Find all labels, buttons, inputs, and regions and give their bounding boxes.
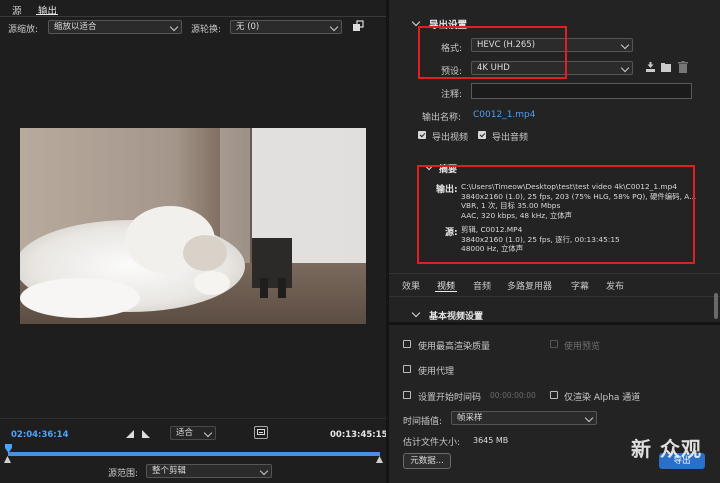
timecode-current[interactable]: 02:04:36:14 xyxy=(11,430,69,440)
source-zoom-dropdown[interactable]: 缩放以适合 xyxy=(48,20,182,34)
range-value: 整个剪辑 xyxy=(152,466,187,476)
chevron-down-icon xyxy=(259,466,269,476)
metadata-button[interactable]: 元数据... xyxy=(403,453,451,469)
collapse-basic-video-icon[interactable] xyxy=(411,308,421,318)
chevron-down-icon xyxy=(169,22,179,32)
use-proxy-checkbox[interactable] xyxy=(403,365,411,373)
timeline-scrubber[interactable] xyxy=(4,444,383,466)
tab-effects[interactable]: 效果 xyxy=(402,279,420,292)
source-rotate-dropdown[interactable]: 无 (0) xyxy=(230,20,342,34)
set-in-point-icon[interactable] xyxy=(126,430,134,441)
export-video-checkbox[interactable] xyxy=(418,131,426,139)
fit-dropdown[interactable]: 适合 xyxy=(170,426,216,440)
chevron-down-icon xyxy=(203,428,213,438)
use-proxy-label: 使用代理 xyxy=(418,367,455,377)
comment-label: 注释: xyxy=(441,90,463,100)
render-alpha-label: 仅渲染 Alpha 通道 xyxy=(564,393,641,403)
crop-icon[interactable] xyxy=(352,20,364,32)
out-handle-icon[interactable] xyxy=(376,456,383,466)
video-frame-image xyxy=(20,128,366,324)
chevron-down-icon xyxy=(329,22,339,32)
set-start-timecode-checkbox[interactable] xyxy=(403,391,411,399)
tab-multiplexer[interactable]: 多路复用器 xyxy=(507,279,552,292)
time-interpolation-label: 时间插值: xyxy=(403,417,443,427)
settings-tabs: 效果 视频 音频 多路复用器 字幕 发布 xyxy=(389,273,720,297)
collapse-export-settings-icon[interactable] xyxy=(411,17,421,27)
highlight-format-preset xyxy=(418,26,567,79)
tab-publish[interactable]: 发布 xyxy=(606,279,624,292)
tab-source[interactable]: 源 xyxy=(12,3,22,17)
use-preview-checkbox[interactable] xyxy=(550,340,558,348)
export-audio-checkbox[interactable] xyxy=(478,131,486,139)
import-preset-icon[interactable] xyxy=(661,62,672,76)
source-zoom-label: 源缩放: xyxy=(8,25,39,35)
use-preview-label: 使用预览 xyxy=(564,342,601,352)
delete-preset-icon[interactable] xyxy=(678,61,688,76)
tab-captions[interactable]: 字幕 xyxy=(571,279,589,292)
timeline-range-bar xyxy=(8,452,380,456)
tab-video-underline xyxy=(435,291,457,292)
save-preset-icon[interactable] xyxy=(645,62,656,76)
set-out-point-icon[interactable] xyxy=(142,430,150,441)
export-audio-label: 导出音频 xyxy=(492,133,529,143)
tab-divider xyxy=(0,16,386,17)
file-size-value: 3645 MB xyxy=(473,436,509,445)
output-name-label: 输出名称: xyxy=(422,113,462,123)
tab-output-underline xyxy=(36,14,58,15)
source-rotate-label: 源轮换: xyxy=(191,25,222,35)
file-size-label: 估计文件大小: xyxy=(403,438,461,448)
transport-divider xyxy=(0,418,386,419)
max-render-quality-label: 使用最高渲染质量 xyxy=(418,342,491,352)
max-render-quality-checkbox[interactable] xyxy=(403,340,411,348)
source-monitor-panel: 源 输出 源缩放: 缩放以适合 源轮换: 无 (0) 02:04:36:14 适… xyxy=(0,0,388,483)
basic-video-settings-title: 基本视频设置 xyxy=(429,312,484,322)
start-timecode-value[interactable]: 00:00:00:00 xyxy=(490,391,536,400)
render-alpha-checkbox[interactable] xyxy=(550,391,558,399)
chevron-down-icon xyxy=(620,40,630,50)
highlight-summary xyxy=(417,165,695,264)
chevron-down-icon xyxy=(584,413,594,423)
time-interpolation-value: 帧采样 xyxy=(457,413,483,423)
fit-value: 适合 xyxy=(176,428,194,438)
timecode-duration: 00:13:45:15 xyxy=(330,430,388,440)
output-name-link[interactable]: C0012_1.mp4 xyxy=(473,110,535,120)
range-dropdown[interactable]: 整个剪辑 xyxy=(146,464,272,478)
scrollbar[interactable] xyxy=(714,293,718,319)
export-settings-panel: 导出设置 格式: HEVC (H.265) 预设: 4K UHD 注释: 输出名… xyxy=(389,0,720,322)
set-start-timecode-label: 设置开始时间码 xyxy=(418,393,482,403)
time-interpolation-dropdown[interactable]: 帧采样 xyxy=(451,411,597,425)
in-handle-icon[interactable] xyxy=(4,456,11,466)
export-options-panel: 使用最高渲染质量 使用预览 使用代理 设置开始时间码 00:00:00:00 仅… xyxy=(389,325,720,483)
export-video-label: 导出视频 xyxy=(432,133,469,143)
source-zoom-value: 缩放以适合 xyxy=(54,22,97,32)
comment-field[interactable] xyxy=(471,83,692,99)
video-preview xyxy=(20,128,366,324)
source-rotate-value: 无 (0) xyxy=(236,22,260,32)
export-frame-icon[interactable] xyxy=(254,426,268,439)
watermark-text: 新 众观 xyxy=(631,437,702,461)
tab-audio[interactable]: 音频 xyxy=(473,279,491,292)
range-label: 源范围: xyxy=(108,469,139,479)
chevron-down-icon xyxy=(620,63,630,73)
